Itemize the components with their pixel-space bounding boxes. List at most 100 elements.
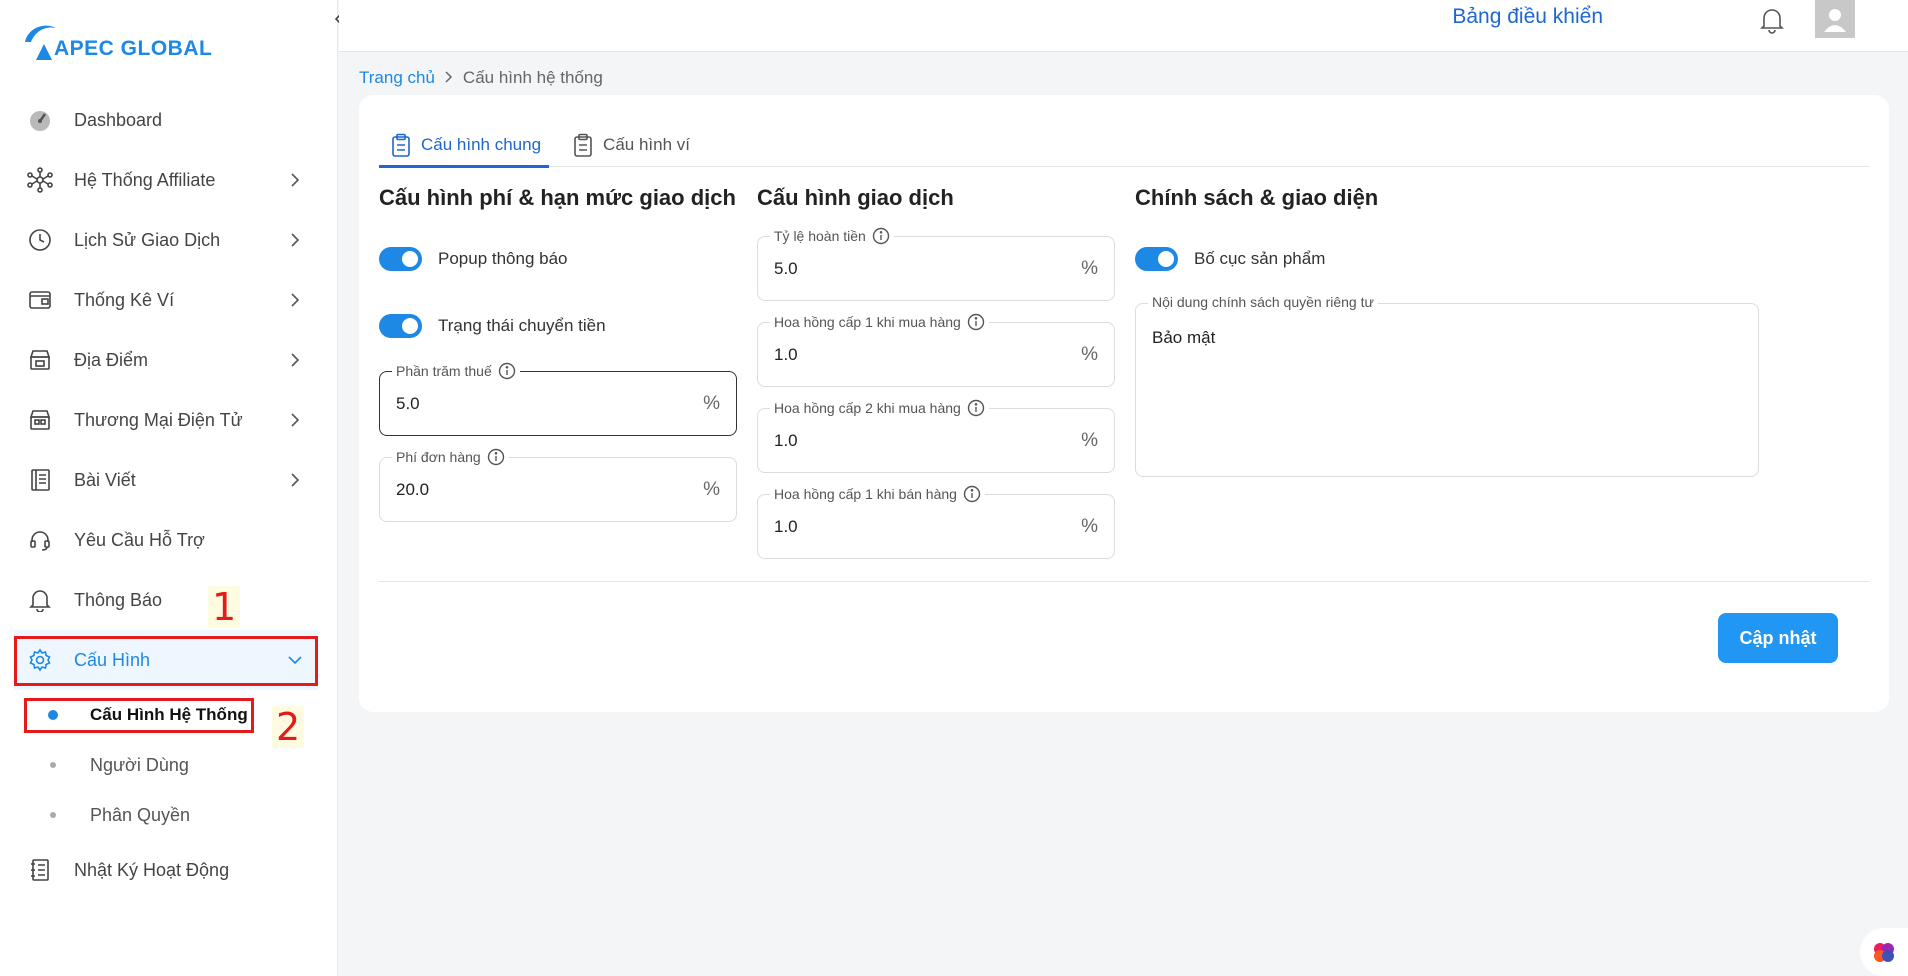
commission-l2-buy-field[interactable]: Hoa hồng cấp 2 khi mua hàng 1.0 %	[757, 399, 1115, 473]
config-card: Cấu hình chung Cấu hình ví Cấu hình phí …	[359, 95, 1889, 712]
update-button[interactable]: Cập nhật	[1718, 613, 1838, 663]
notebook-icon	[26, 466, 54, 494]
header-title[interactable]: Bảng điều khiển	[1452, 5, 1603, 29]
bell-icon	[26, 586, 54, 614]
sidebar-item-support[interactable]: Yêu Cầu Hỗ Trợ	[14, 510, 318, 570]
product-layout-toggle[interactable]	[1135, 247, 1178, 271]
info-icon[interactable]	[967, 399, 985, 417]
field-label-text: Tỷ lệ hoàn tiền	[774, 228, 866, 244]
chevron-right-icon	[284, 173, 306, 187]
info-icon[interactable]	[872, 227, 890, 245]
breadcrumb-current: Cấu hình hệ thống	[462, 68, 603, 87]
chevron-right-icon	[284, 233, 306, 247]
info-icon[interactable]	[487, 448, 505, 466]
store-icon	[26, 346, 54, 374]
commission-l1-buy-field[interactable]: Hoa hồng cấp 1 khi mua hàng 1.0 %	[757, 313, 1115, 387]
notification-bell-icon[interactable]	[1759, 6, 1785, 39]
sidebar-item-affiliate[interactable]: Hệ Thống Affiliate	[14, 150, 318, 210]
fees-section-title: Cấu hình phí & hạn mức giao dịch	[379, 185, 736, 210]
sidebar-item-dashboard[interactable]: Dashboard	[14, 90, 318, 150]
field-value: 5.0	[774, 258, 798, 278]
transfer-toggle-row: Trạng thái chuyển tiền	[379, 314, 606, 338]
history-clock-icon	[26, 226, 54, 254]
submenu-item-permissions[interactable]: Phân Quyền	[14, 790, 318, 840]
shop-icon	[26, 406, 54, 434]
refund-rate-field[interactable]: Tỷ lệ hoàn tiền 5.0 %	[757, 227, 1115, 301]
section-divider	[379, 581, 1869, 582]
info-icon[interactable]	[963, 485, 981, 503]
dashboard-gauge-icon	[26, 106, 54, 134]
annotation-box-1	[14, 636, 318, 686]
field-value: 20.0	[396, 479, 430, 499]
field-label: Hoa hồng cấp 1 khi bán hàng	[770, 485, 985, 503]
field-value: 5.0	[396, 393, 420, 413]
sidebar-item-label: Lịch Sử Giao Dịch	[74, 229, 221, 250]
user-avatar[interactable]	[1815, 0, 1855, 38]
chevron-right-icon	[284, 413, 306, 427]
sidebar-item-wallet-stats[interactable]: Thống Kê Ví	[14, 270, 318, 330]
transfer-status-toggle[interactable]	[379, 314, 422, 338]
commission-l1-sell-field[interactable]: Hoa hồng cấp 1 khi bán hàng 1.0 %	[757, 485, 1115, 559]
tab-general-config[interactable]: Cấu hình chung	[379, 123, 550, 168]
sidebar-item-label: Dashboard	[74, 109, 163, 130]
policy-section-title: Chính sách & giao diện	[1135, 185, 1379, 210]
field-value: 1.0	[774, 430, 798, 450]
order-fee-field[interactable]: Phí đơn hàng 20.0 %	[379, 448, 737, 522]
field-label: Tỷ lệ hoàn tiền	[770, 227, 894, 245]
chevron-right-icon	[284, 473, 306, 487]
annotation-number-2: 2	[272, 706, 305, 748]
tab-bar: Cấu hình chung Cấu hình ví	[379, 123, 1869, 168]
annotation-number-1: 1	[208, 586, 241, 628]
field-unit: %	[1081, 257, 1098, 279]
floating-assistant-button[interactable]	[1860, 928, 1908, 976]
tab-label: Cấu hình chung	[421, 135, 542, 154]
user-silhouette-icon	[1824, 9, 1846, 32]
annotation-box-2	[24, 698, 254, 733]
brain-icon	[1874, 943, 1894, 962]
field-value: 1.0	[774, 516, 798, 536]
field-label: Hoa hồng cấp 2 khi mua hàng	[770, 399, 989, 417]
info-icon[interactable]	[967, 313, 985, 331]
sidebar-item-notifications[interactable]: Thông Báo	[14, 570, 318, 630]
field-unit: %	[1081, 343, 1098, 365]
field-unit: %	[1081, 515, 1098, 537]
popup-toggle-row: Popup thông báo	[379, 247, 568, 271]
bullet-dot-icon	[50, 812, 56, 818]
textarea-value: Bảo mật	[1152, 328, 1216, 347]
clipboard-icon	[573, 133, 593, 157]
sidebar-menu: Dashboard Hệ Thống Affiliate Lịch Sử Gia…	[14, 90, 318, 900]
popup-notification-toggle[interactable]	[379, 247, 422, 271]
tax-percent-field[interactable]: Phần trăm thuế 5.0 %	[379, 362, 737, 436]
field-label: Hoa hồng cấp 1 khi mua hàng	[770, 313, 989, 331]
field-unit: %	[703, 478, 720, 500]
layout-toggle-row: Bố cục sản phẩm	[1135, 247, 1325, 271]
brand-logo[interactable]: APEC GLOBAL	[22, 14, 212, 64]
sidebar-item-transaction-history[interactable]: Lịch Sử Giao Dịch	[14, 210, 318, 270]
log-book-icon	[26, 856, 54, 884]
tab-wallet-config[interactable]: Cấu hình ví	[561, 123, 698, 167]
network-icon	[26, 166, 54, 194]
wallet-icon	[26, 286, 54, 314]
info-icon[interactable]	[498, 362, 516, 380]
sidebar-item-label: Hệ Thống Affiliate	[74, 169, 216, 190]
sidebar-item-ecommerce[interactable]: Thương Mại Điện Tử	[14, 390, 318, 450]
field-label: Phần trăm thuế	[392, 362, 520, 380]
sidebar: APEC GLOBAL Dashboard Hệ Thống Affiliate…	[0, 0, 338, 976]
sidebar-item-locations[interactable]: Địa Điểm	[14, 330, 318, 390]
toggle-label: Bố cục sản phẩm	[1194, 249, 1326, 268]
top-header: Bảng điều khiển	[339, 0, 1908, 52]
sidebar-item-label: Thương Mại Điện Tử	[74, 409, 243, 430]
sidebar-item-activity-log[interactable]: Nhật Ký Hoạt Động	[14, 840, 318, 900]
field-label-text: Hoa hồng cấp 1 khi bán hàng	[774, 486, 957, 502]
privacy-policy-textarea[interactable]: Nội dung chính sách quyền riêng tư Bảo m…	[1135, 294, 1759, 477]
submenu-item-label: Người Dùng	[90, 754, 189, 775]
field-unit: %	[703, 392, 720, 414]
chevron-right-icon	[284, 353, 306, 367]
transaction-section-title: Cấu hình giao dịch	[757, 185, 954, 210]
field-label-text: Hoa hồng cấp 1 khi mua hàng	[774, 314, 961, 330]
toggle-label: Trạng thái chuyển tiền	[438, 316, 606, 335]
field-value: 1.0	[774, 344, 798, 364]
sidebar-item-label: Yêu Cầu Hỗ Trợ	[74, 529, 205, 550]
breadcrumb-home-link[interactable]: Trang chủ	[359, 68, 435, 88]
sidebar-item-posts[interactable]: Bài Viết	[14, 450, 318, 510]
